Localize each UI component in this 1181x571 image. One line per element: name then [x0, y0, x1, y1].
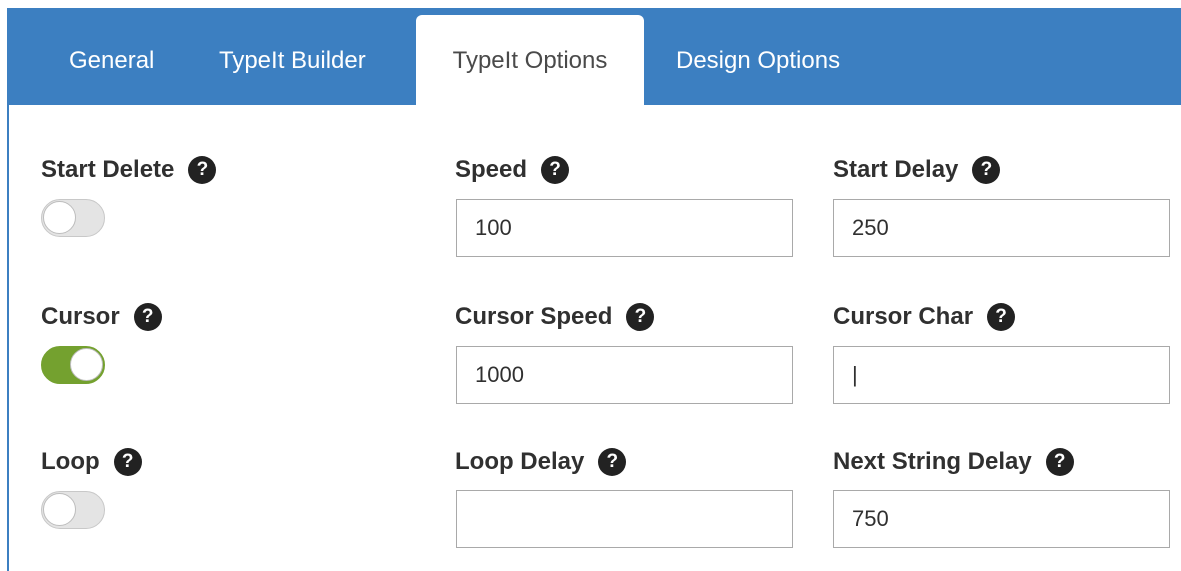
- loop-toggle[interactable]: [41, 491, 105, 529]
- loop-label-text: Loop: [41, 448, 100, 475]
- start-delete-label-text: Start Delete: [41, 156, 175, 183]
- tab-general[interactable]: General: [69, 8, 154, 105]
- cursor-label: Cursor ?: [41, 300, 162, 334]
- question-circle-icon[interactable]: ?: [987, 303, 1016, 331]
- question-circle-icon[interactable]: ?: [541, 156, 570, 184]
- toggle-knob: [43, 493, 76, 526]
- start-delete-label: Start Delete ?: [41, 153, 217, 187]
- speed-label-text: Speed: [455, 156, 528, 183]
- cursor-label-text: Cursor: [41, 303, 120, 330]
- question-circle-icon[interactable]: ?: [133, 303, 162, 331]
- question-circle-icon[interactable]: ?: [113, 448, 142, 476]
- cursor-speed-input[interactable]: [456, 346, 793, 404]
- loop-delay-label-text: Loop Delay: [455, 448, 585, 475]
- start-delete-toggle[interactable]: [41, 199, 105, 237]
- question-circle-icon[interactable]: ?: [1045, 448, 1074, 476]
- speed-label: Speed ?: [455, 153, 570, 187]
- cursor-toggle[interactable]: [41, 346, 105, 384]
- toggle-knob: [43, 201, 76, 234]
- question-circle-icon[interactable]: ?: [972, 156, 1001, 184]
- tab-design-options[interactable]: Design Options: [676, 8, 840, 105]
- typeit-options-panel: General TypeIt Builder TypeIt Options De…: [0, 0, 1181, 571]
- next-string-delay-label: Next String Delay ?: [833, 445, 1074, 479]
- start-delay-input[interactable]: [833, 199, 1170, 257]
- question-circle-icon[interactable]: ?: [188, 156, 217, 184]
- cursor-char-input[interactable]: [833, 346, 1170, 404]
- question-circle-icon[interactable]: ?: [626, 303, 655, 331]
- next-string-delay-label-text: Next String Delay: [833, 448, 1032, 475]
- start-delay-label: Start Delay ?: [833, 153, 1001, 187]
- start-delay-label-text: Start Delay: [833, 156, 959, 183]
- cursor-char-label-text: Cursor Char: [833, 303, 974, 330]
- tab-bar: General TypeIt Builder TypeIt Options De…: [7, 8, 1181, 105]
- speed-input[interactable]: [456, 199, 793, 257]
- cursor-speed-label: Cursor Speed ?: [455, 300, 655, 334]
- question-circle-icon[interactable]: ?: [598, 448, 627, 476]
- cursor-char-label: Cursor Char ?: [833, 300, 1016, 334]
- toggle-knob: [70, 348, 103, 381]
- tab-typeit-options[interactable]: TypeIt Options: [416, 15, 644, 105]
- loop-delay-input[interactable]: [456, 490, 793, 548]
- tab-typeit-builder[interactable]: TypeIt Builder: [219, 8, 366, 105]
- loop-label: Loop ?: [41, 445, 142, 479]
- cursor-speed-label-text: Cursor Speed: [455, 303, 613, 330]
- panel-left-border: [7, 8, 9, 571]
- next-string-delay-input[interactable]: [833, 490, 1170, 548]
- loop-delay-label: Loop Delay ?: [455, 445, 627, 479]
